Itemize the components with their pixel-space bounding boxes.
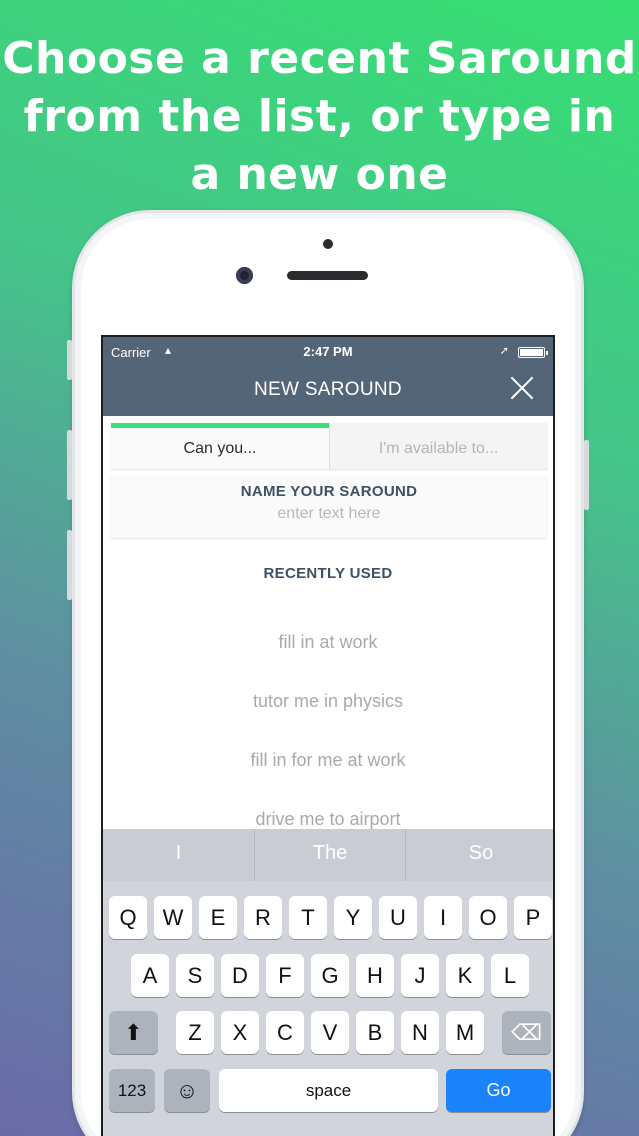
key-u[interactable]: U <box>379 896 417 939</box>
battery-icon <box>518 347 548 358</box>
phone-screen: Carrier ▴ 2:47 PM ➚ NEW SAROUND Can you.… <box>101 335 555 1136</box>
numbers-key[interactable]: 123 <box>109 1069 155 1112</box>
key-k[interactable]: K <box>446 954 484 997</box>
predictive-bar: I The So <box>103 829 553 881</box>
key-g[interactable]: G <box>311 954 349 997</box>
headline-line-2: from the list, or type in <box>23 91 616 142</box>
navigation-bar: Carrier ▴ 2:47 PM ➚ NEW SAROUND <box>103 337 553 416</box>
front-camera <box>236 267 253 284</box>
recent-item[interactable]: tutor me in physics <box>103 676 553 735</box>
mute-switch <box>67 340 72 380</box>
headline-line-3: a new one <box>190 149 449 200</box>
name-section-title: NAME YOUR SAROUND <box>240 483 418 500</box>
name-card: NAME YOUR SAROUND <box>111 476 547 538</box>
key-w[interactable]: W <box>154 896 192 939</box>
key-p[interactable]: P <box>514 896 552 939</box>
key-y[interactable]: Y <box>334 896 372 939</box>
headline-line-1: Choose a recent Saround <box>2 33 637 84</box>
suggestion-1[interactable]: I <box>103 829 254 881</box>
power-button <box>584 440 589 510</box>
key-f[interactable]: F <box>266 954 304 997</box>
tab-can-you[interactable]: Can you... <box>111 423 329 469</box>
status-time: 2:47 PM <box>303 344 353 359</box>
key-v[interactable]: V <box>311 1011 349 1054</box>
key-h[interactable]: H <box>356 954 394 997</box>
key-s[interactable]: S <box>176 954 214 997</box>
key-j[interactable]: J <box>401 954 439 997</box>
proximity-sensor <box>323 239 333 249</box>
tab-available-to[interactable]: I'm available to... <box>329 423 547 469</box>
saround-name-input[interactable] <box>179 505 479 523</box>
active-tab-indicator <box>111 423 329 428</box>
headline: Choose a recent Saround from the list, o… <box>0 30 639 204</box>
key-r[interactable]: R <box>244 896 282 939</box>
keyboard: Q W E R T Y U I O P A S D F G H J K L ⬆ … <box>103 881 553 1136</box>
key-x[interactable]: X <box>221 1011 259 1054</box>
volume-up-button <box>67 430 72 500</box>
key-o[interactable]: O <box>469 896 507 939</box>
mode-tabs: Can you... I'm available to... <box>111 423 547 469</box>
shift-icon[interactable]: ⬆ <box>109 1011 158 1054</box>
recently-used-title: RECENTLY USED <box>263 565 393 582</box>
key-l[interactable]: L <box>491 954 529 997</box>
page-title: NEW SAROUND <box>254 379 402 400</box>
space-key[interactable]: space <box>219 1069 438 1112</box>
emoji-icon[interactable]: ☺ <box>164 1069 210 1112</box>
key-m[interactable]: M <box>446 1011 484 1054</box>
status-bar: Carrier ▴ 2:47 PM ➚ <box>103 343 553 363</box>
close-icon[interactable] <box>509 375 535 401</box>
key-t[interactable]: T <box>289 896 327 939</box>
location-icon: ➚ <box>499 345 509 357</box>
recent-item[interactable]: fill in for me at work <box>103 735 553 794</box>
backspace-icon[interactable]: ⌫ <box>502 1011 551 1054</box>
key-d[interactable]: D <box>221 954 259 997</box>
key-a[interactable]: A <box>131 954 169 997</box>
key-b[interactable]: B <box>356 1011 394 1054</box>
go-button[interactable]: Go <box>446 1069 551 1112</box>
suggestion-3[interactable]: So <box>405 829 553 881</box>
suggestion-2[interactable]: The <box>254 829 405 881</box>
key-i[interactable]: I <box>424 896 462 939</box>
key-z[interactable]: Z <box>176 1011 214 1054</box>
earpiece-speaker <box>287 271 368 280</box>
key-e[interactable]: E <box>199 896 237 939</box>
recent-list: fill in at work tutor me in physics fill… <box>103 617 553 853</box>
key-q[interactable]: Q <box>109 896 147 939</box>
recent-item[interactable]: fill in at work <box>103 617 553 676</box>
key-n[interactable]: N <box>401 1011 439 1054</box>
volume-down-button <box>67 530 72 600</box>
key-c[interactable]: C <box>266 1011 304 1054</box>
